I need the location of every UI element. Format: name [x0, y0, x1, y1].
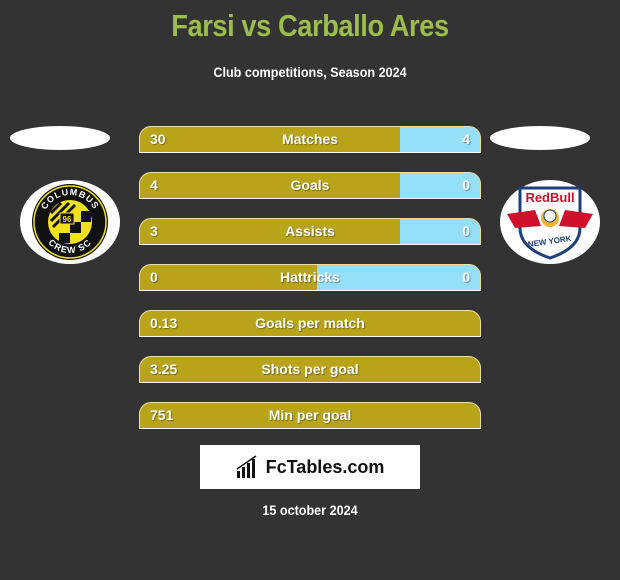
svg-text:RedBull: RedBull — [525, 190, 574, 205]
stat-row: Min per goal 751 — [139, 402, 481, 428]
right-value: 0 — [462, 269, 470, 285]
page-subtitle: Club competitions, Season 2024 — [213, 64, 407, 80]
right-value: 0 — [462, 177, 470, 193]
right-value: 0 — [462, 223, 470, 239]
left-team-logo[interactable]: 96 COLUMBUS CREW SC — [20, 180, 120, 264]
right-value: 4 — [462, 131, 470, 147]
brand-name: FcTables.com — [265, 456, 385, 477]
stat-row: Matches 30 4 — [139, 126, 481, 152]
stat-label: Hattricks — [280, 269, 340, 285]
page-title: Farsi vs Carballo Ares — [171, 8, 449, 43]
date-label: 15 october 2024 — [262, 502, 358, 518]
svg-text:96: 96 — [63, 215, 72, 224]
bar-chart-logo-icon — [236, 455, 257, 478]
stat-row: Assists 3 0 — [139, 218, 481, 244]
left-value: 3 — [150, 223, 158, 239]
right-team-name-placeholder — [490, 126, 590, 150]
fctables-brand[interactable]: FcTables.com — [200, 445, 420, 489]
stat-row: Goals per match 0.13 — [139, 310, 481, 336]
left-team-name-placeholder — [10, 126, 110, 150]
left-value: 30 — [150, 131, 166, 147]
stat-label: Matches — [281, 131, 339, 147]
left-value: 4 — [150, 177, 158, 193]
left-value: 751 — [150, 407, 174, 423]
right-team-logo[interactable]: RedBull NEW YORK — [500, 180, 600, 264]
red-bull-new-york-crest-icon: RedBull NEW YORK — [507, 186, 593, 260]
stat-label: Shots per goal — [261, 361, 359, 377]
stat-row: Hattricks 0 0 — [139, 264, 481, 290]
stat-label: Assists — [285, 223, 335, 239]
columbus-crew-crest-icon: 96 COLUMBUS CREW SC — [32, 184, 108, 260]
left-value: 0 — [150, 269, 158, 285]
left-value: 0.13 — [150, 315, 178, 331]
stat-label: Goals per match — [255, 315, 365, 331]
stat-label: Min per goal — [268, 407, 352, 423]
stat-row: Goals 4 0 — [139, 172, 481, 198]
stat-label: Goals — [290, 177, 330, 193]
stat-row: Shots per goal 3.25 — [139, 356, 481, 382]
left-value: 3.25 — [150, 361, 178, 377]
